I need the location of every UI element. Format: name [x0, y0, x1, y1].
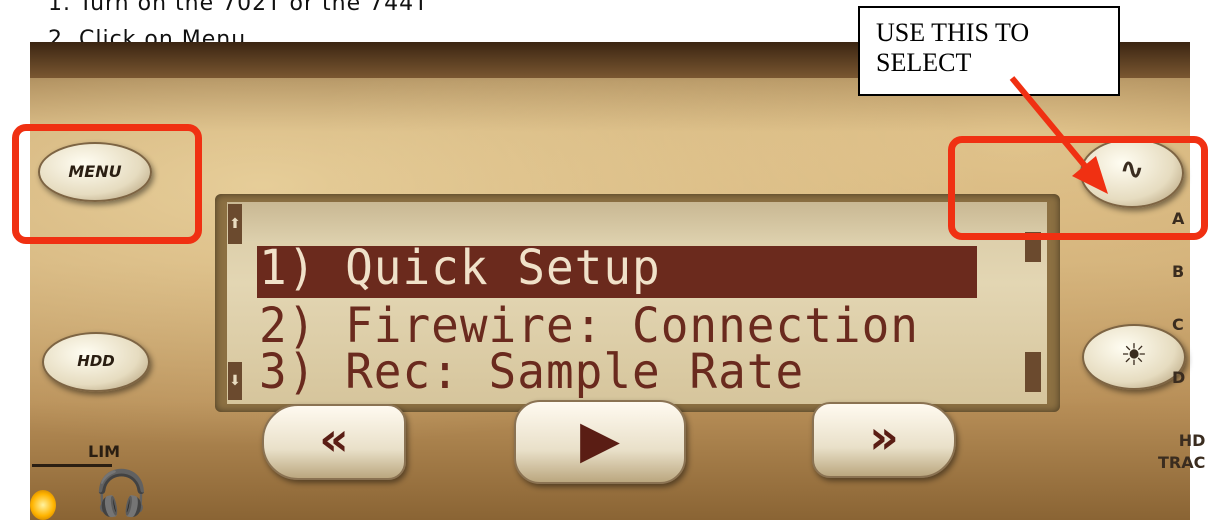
play-button[interactable]: ▶ — [514, 400, 686, 484]
menu-highlight-box — [12, 124, 202, 244]
lcd-right-marker-bottom — [1025, 352, 1041, 392]
led-indicator — [30, 490, 56, 520]
side-label-d: D — [1172, 368, 1186, 387]
play-icon: ▶ — [580, 410, 620, 470]
hd-track-line-1: HD — [1178, 431, 1206, 450]
backlight-button[interactable]: ☀ — [1082, 324, 1186, 390]
headphone-icon: 🎧 — [94, 468, 149, 519]
lcd-screen: ⬆ ⬇ 1) Quick Setup 2) Firewire: Connecti… — [227, 202, 1047, 404]
light-icon: ☀ — [1120, 338, 1148, 373]
lcd-menu-item-quick-setup[interactable]: 1) Quick Setup — [259, 239, 661, 296]
select-highlight-box — [948, 136, 1208, 240]
hd-track-line-2: TRAC — [1158, 453, 1206, 472]
lcd-display: ⬆ ⬇ 1) Quick Setup 2) Firewire: Connecti… — [215, 194, 1060, 412]
fast-forward-icon: » — [869, 410, 899, 464]
hd-track-label: HD TRAC — [1158, 430, 1205, 474]
side-label-b: B — [1172, 262, 1185, 281]
hdd-button[interactable]: HDD — [42, 332, 150, 392]
select-callout-box: USE THIS TO SELECT — [858, 6, 1120, 96]
lim-bracket-line — [32, 464, 112, 467]
fast-forward-button[interactable]: » — [812, 402, 956, 478]
side-label-c: C — [1172, 315, 1184, 334]
recorder-front-panel: MENU HDD ⬆ ⬇ 1) Quick Setup 2) Firewire:… — [30, 42, 1205, 520]
rewind-icon: « — [319, 412, 349, 466]
lcd-menu-item-rec-sample-rate[interactable]: 3) Rec: Sample Rate — [259, 343, 804, 400]
scroll-down-icon: ⬇ — [228, 362, 242, 400]
hdd-button-label: HDD — [77, 352, 115, 370]
lim-label: LIM — [88, 442, 121, 461]
callout-line-1: USE THIS TO — [876, 18, 1030, 47]
rewind-button[interactable]: « — [262, 404, 406, 480]
callout-line-2: SELECT — [876, 48, 972, 77]
scroll-up-icon: ⬆ — [228, 204, 242, 244]
instruction-step-1: 1. Turn on the 702T or the 744T — [48, 0, 429, 16]
lcd-top-bar — [227, 202, 1047, 242]
